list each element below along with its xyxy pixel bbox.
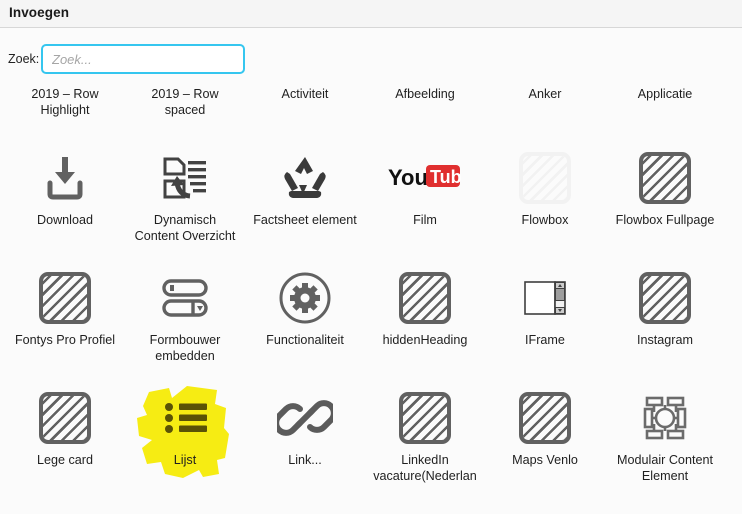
grid-item-functionaliteit[interactable]: Functionaliteit <box>245 264 365 348</box>
grid-item-label: Fl <box>725 212 742 228</box>
grid-item-label: Instagram <box>637 333 693 347</box>
grid-item-label: Dynamisch Content Overzicht <box>134 213 236 243</box>
grid-row: Download Dynamisch Content Overzicht Fac… <box>0 144 742 264</box>
gear-circle-icon <box>245 264 365 332</box>
grid-item-instagram[interactable]: Instagram <box>605 264 725 348</box>
grid-item-label: Factsheet element <box>253 213 357 227</box>
grid-row-partial: 2019 – Row Highlight 2019 – Row spaced A… <box>0 86 742 144</box>
grid-item-label: Flowbox Fullpage <box>615 213 715 227</box>
placeholder-icon <box>365 384 485 452</box>
grid-item-label: LinkedIn vacature(Nederlan <box>373 453 477 483</box>
grid-item-label: Flowbox <box>521 213 569 227</box>
grid-item-fontys-pro-profiel[interactable]: Fontys Pro Profiel <box>5 264 125 348</box>
grid-item-modulair-content-element[interactable]: Modulair Content Element <box>605 384 725 484</box>
svg-text:You: You <box>388 165 428 190</box>
placeholder-icon <box>725 264 742 332</box>
grid-item-label: Functionaliteit <box>266 333 344 347</box>
grid-item-label: Lijst <box>173 453 197 467</box>
grid-item-flowbox-fullpage[interactable]: Flowbox Fullpage <box>605 144 725 228</box>
grid-item-formbouwer-embedden[interactable]: Formbouwer embedden <box>125 264 245 364</box>
grid-item-label: IFrame <box>525 333 565 347</box>
page-title: Invoegen <box>9 5 70 20</box>
flowbox-faint-icon <box>485 144 605 212</box>
search-label: Zoek: <box>8 52 40 66</box>
grid-item-dynamisch-content-overzicht[interactable]: Dynamisch Content Overzicht <box>125 144 245 244</box>
grid-item-label: Anker <box>528 87 562 101</box>
form-builder-icon <box>125 264 245 332</box>
grid-item-label: Lege card <box>36 453 93 467</box>
grid-item-clipped[interactable]: Fl <box>725 144 742 228</box>
svg-text:Tub: Tub <box>430 167 462 187</box>
grid-item-lijst[interactable]: Lijst <box>125 384 245 468</box>
placeholder-icon <box>5 384 125 452</box>
grid-item-linkedin-vacature[interactable]: LinkedIn vacature(Nederlan <box>365 384 485 484</box>
chain-link-icon <box>245 384 365 452</box>
placeholder-icon <box>5 264 125 332</box>
insert-element-dialog: Invoegen Zoek: 2019 – Row Highlight 2019… <box>0 0 742 514</box>
grid-item[interactable]: Applicatie <box>605 86 725 102</box>
search-input[interactable] <box>41 44 245 74</box>
placeholder-icon <box>725 144 742 212</box>
grid-item[interactable]: Anker <box>485 86 605 102</box>
grid-item-label: 2019 – Row Highlight <box>31 87 99 117</box>
grid-item-flowbox[interactable]: Flowbox <box>485 144 605 228</box>
grid-item-link[interactable]: Link... <box>245 384 365 468</box>
grid-item-lege-card[interactable]: Lege card <box>5 384 125 468</box>
grid-item[interactable]: 2019 – Row spaced <box>125 86 245 118</box>
iframe-icon <box>485 264 605 332</box>
modular-content-icon <box>605 384 725 452</box>
grid-item-clipped[interactable]: In <box>725 264 742 348</box>
grid-item-download[interactable]: Download <box>5 144 125 228</box>
grid-item-label: Activiteit <box>281 87 329 101</box>
grid-item-iframe[interactable]: IFrame <box>485 264 605 348</box>
grid-item-label: Formbouwer embedden <box>149 333 221 363</box>
grid-item-label: Applicatie <box>637 87 693 101</box>
grid-item[interactable]: 2019 – Row Highlight <box>5 86 125 118</box>
placeholder-icon <box>365 264 485 332</box>
grid-item-hiddenheading[interactable]: hiddenHeading <box>365 264 485 348</box>
list-icon <box>125 384 245 452</box>
youtube-icon: You Tub <box>365 144 485 212</box>
element-grid: 2019 – Row Highlight 2019 – Row spaced A… <box>0 86 742 504</box>
placeholder-icon <box>605 264 725 332</box>
grid-item-label: 2019 – Row spaced <box>151 87 219 117</box>
grid-row: Fontys Pro Profiel Formbouwer embedden F… <box>0 264 742 384</box>
recycle-icon <box>245 144 365 212</box>
grid-item-label: hiddenHeading <box>382 333 468 347</box>
download-icon <box>5 144 125 212</box>
grid-item-label: Modulair Content Element <box>617 453 713 483</box>
grid-item-label: Download <box>36 213 93 227</box>
grid-item-factsheet-element[interactable]: Factsheet element <box>245 144 365 228</box>
grid-row: Lege card Lijst Link... LinkedIn vacatur… <box>0 384 742 504</box>
dynamic-content-icon <box>125 144 245 212</box>
grid-item-label: Film <box>413 213 437 227</box>
grid-item[interactable]: Activiteit <box>245 86 365 102</box>
placeholder-icon <box>485 384 605 452</box>
placeholder-icon <box>605 144 725 212</box>
grid-item-label: Link... <box>288 453 322 467</box>
grid-item-label: Afbeelding <box>395 87 455 101</box>
grid-item-label: Fontys Pro Profiel <box>14 333 116 347</box>
grid-item[interactable]: Afbeelding <box>365 86 485 102</box>
grid-item-label: Maps Venlo <box>512 453 578 467</box>
grid-item-film[interactable]: You Tub Film <box>365 144 485 228</box>
dialog-header: Invoegen <box>0 0 742 28</box>
grid-item-label: In <box>725 332 742 348</box>
grid-item-maps-venlo[interactable]: Maps Venlo <box>485 384 605 468</box>
search-row: Zoek: <box>0 44 742 78</box>
